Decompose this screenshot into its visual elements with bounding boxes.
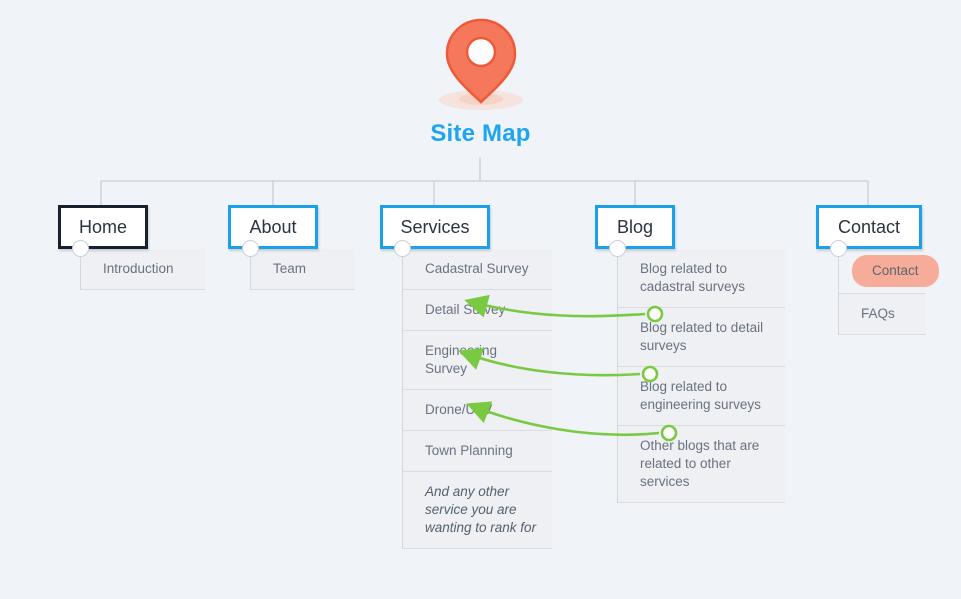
child-services-engineering-survey[interactable]: Engineering Survey — [403, 331, 552, 390]
child-label: And any other service you are wanting to… — [425, 484, 537, 535]
child-blog-engineering[interactable]: Blog related to engineering surveys — [618, 367, 785, 426]
connector-knob-blog — [609, 240, 626, 257]
child-label: Contact — [852, 255, 939, 287]
child-blog-cadastral[interactable]: Blog related to cadastral surveys — [618, 249, 785, 308]
children-services: Cadastral Survey Detail Survey Engineeri… — [394, 240, 552, 549]
page-title: Site Map — [430, 120, 531, 147]
child-label: FAQs — [861, 306, 895, 321]
child-label: Town Planning — [425, 443, 513, 458]
children-about: Team — [242, 240, 355, 290]
child-services-cadastral-survey[interactable]: Cadastral Survey — [403, 249, 552, 290]
node-home-label: Home — [78, 216, 127, 237]
node-blog[interactable]: Blog — [595, 205, 675, 249]
connector-knob-home — [72, 240, 89, 257]
node-services-label: Services — [400, 216, 470, 237]
child-services-other[interactable]: And any other service you are wanting to… — [403, 472, 552, 549]
child-blog-other[interactable]: Other blogs that are related to other se… — [618, 426, 785, 503]
node-contact-label: Contact — [837, 216, 901, 237]
children-home: Introduction — [72, 240, 205, 290]
child-label: Drone/UAV — [425, 402, 493, 417]
child-services-town-planning[interactable]: Town Planning — [403, 431, 552, 472]
child-label: Blog related to detail surveys — [640, 320, 764, 353]
connector-knob-services — [394, 240, 411, 257]
child-services-detail-survey[interactable]: Detail Survey — [403, 290, 552, 331]
map-pin-icon — [438, 18, 523, 110]
column-contact: Contact Contact FAQs — [816, 205, 961, 335]
child-contact-contact[interactable]: Contact — [839, 249, 939, 294]
child-contact-faqs[interactable]: FAQs — [839, 294, 926, 335]
column-home: Home Introduction — [58, 205, 238, 290]
node-home[interactable]: Home — [58, 205, 148, 249]
column-services: Services Cadastral Survey Detail Survey … — [380, 205, 580, 549]
node-about-label: About — [249, 216, 297, 237]
child-label: Engineering Survey — [425, 343, 498, 376]
children-blog: Blog related to cadastral surveys Blog r… — [609, 240, 785, 503]
site-map-diagram: Site Map Home Introduction About Team Se… — [0, 0, 961, 599]
map-pin-wrapper — [0, 14, 961, 114]
node-blog-label: Blog — [616, 216, 654, 237]
child-label: Other blogs that are related to other se… — [640, 438, 760, 489]
child-services-drone-uav[interactable]: Drone/UAV — [403, 390, 552, 431]
child-label: Cadastral Survey — [425, 261, 529, 276]
child-about-team[interactable]: Team — [251, 249, 355, 290]
child-label: Introduction — [103, 261, 174, 276]
children-contact: Contact FAQs — [830, 240, 939, 335]
node-about[interactable]: About — [228, 205, 318, 249]
connector-knob-about — [242, 240, 259, 257]
connector-knob-contact — [830, 240, 847, 257]
child-label: Detail Survey — [425, 302, 506, 317]
column-blog: Blog Blog related to cadastral surveys B… — [595, 205, 785, 503]
child-label: Blog related to cadastral surveys — [640, 261, 746, 294]
child-blog-detail[interactable]: Blog related to detail surveys — [618, 308, 785, 367]
child-home-introduction[interactable]: Introduction — [81, 249, 205, 290]
child-label: Blog related to engineering surveys — [640, 379, 761, 412]
child-label: Team — [273, 261, 307, 276]
